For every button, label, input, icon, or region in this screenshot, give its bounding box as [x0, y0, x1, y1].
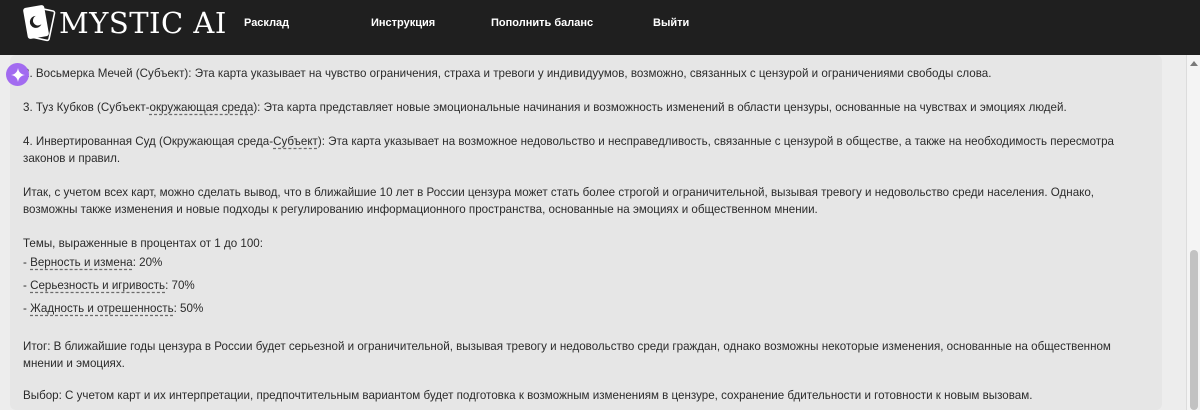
theme-item: - Серьезность и игривость: 70%: [23, 277, 1148, 294]
theme-name[interactable]: Серьезность и игривость: [30, 279, 165, 292]
logo-text: MYSTIC AI: [59, 6, 227, 40]
card-interpretation-4: 4. Инвертированная Суд (Окружающая среда…: [23, 133, 1148, 167]
top-navbar: MYSTIC AI Расклад Инструкция Пополнить б…: [0, 0, 1200, 55]
card-3-text-a: 3. Туз Кубков (Субъект-: [23, 101, 150, 114]
theme-value: : 50%: [173, 302, 204, 315]
nav-top-up-balance-link[interactable]: Пополнить баланс: [491, 17, 593, 29]
theme-value: : 20%: [132, 256, 163, 269]
theme-name[interactable]: Верность и измена: [30, 256, 133, 269]
moon-card-icon: [22, 4, 56, 42]
choice-paragraph: Выбор: С учетом карт и их интерпретации,…: [23, 389, 1033, 402]
scroll-up-arrow-icon[interactable]: [1190, 61, 1198, 66]
scrollbar-thumb[interactable]: [1190, 250, 1198, 410]
nav-instructions-link[interactable]: Инструкция: [371, 17, 435, 29]
conclusion-paragraph: Итог: В ближайшие годы цензура в России …: [23, 340, 1111, 370]
card-4-term[interactable]: Субъект: [273, 135, 318, 148]
logo[interactable]: MYSTIC AI: [22, 4, 227, 42]
message-body: 2. Восьмерка Мечей (Субъект): Эта карта …: [23, 65, 1148, 404]
vertical-scrollbar[interactable]: [1186, 55, 1200, 410]
card-interpretation-3: 3. Туз Кубков (Субъект-окружающая среда)…: [23, 99, 1148, 116]
summary-paragraph: Итак, с учетом всех карт, можно сделать …: [23, 186, 1095, 216]
nav-spread-link[interactable]: Расклад: [244, 17, 289, 29]
theme-name[interactable]: Жадность и отрешенность: [30, 302, 174, 315]
theme-item: - Верность и измена: 20%: [23, 254, 1148, 271]
chat-scroll-area[interactable]: 2. Восьмерка Мечей (Субъект): Эта карта …: [0, 55, 1186, 410]
sparkle-icon: [6, 63, 29, 86]
card-interpretation-2: 2. Восьмерка Мечей (Субъект): Эта карта …: [23, 67, 992, 80]
card-4-text-a: 4. Инвертированная Суд (Окружающая среда…: [23, 135, 274, 148]
card-3-term[interactable]: окружающая среда: [150, 101, 254, 114]
themes-heading: Темы, выраженные в процентах от 1 до 100…: [23, 237, 263, 250]
card-3-text-b: ): Эта карта представляет новые эмоциона…: [253, 101, 1067, 114]
assistant-message: 2. Восьмерка Мечей (Субъект): Эта карта …: [10, 55, 1162, 410]
theme-item: - Жадность и отрешенность: 50%: [23, 300, 1148, 317]
theme-value: : 70%: [165, 279, 195, 292]
nav-logout-link[interactable]: Выйти: [653, 17, 689, 29]
